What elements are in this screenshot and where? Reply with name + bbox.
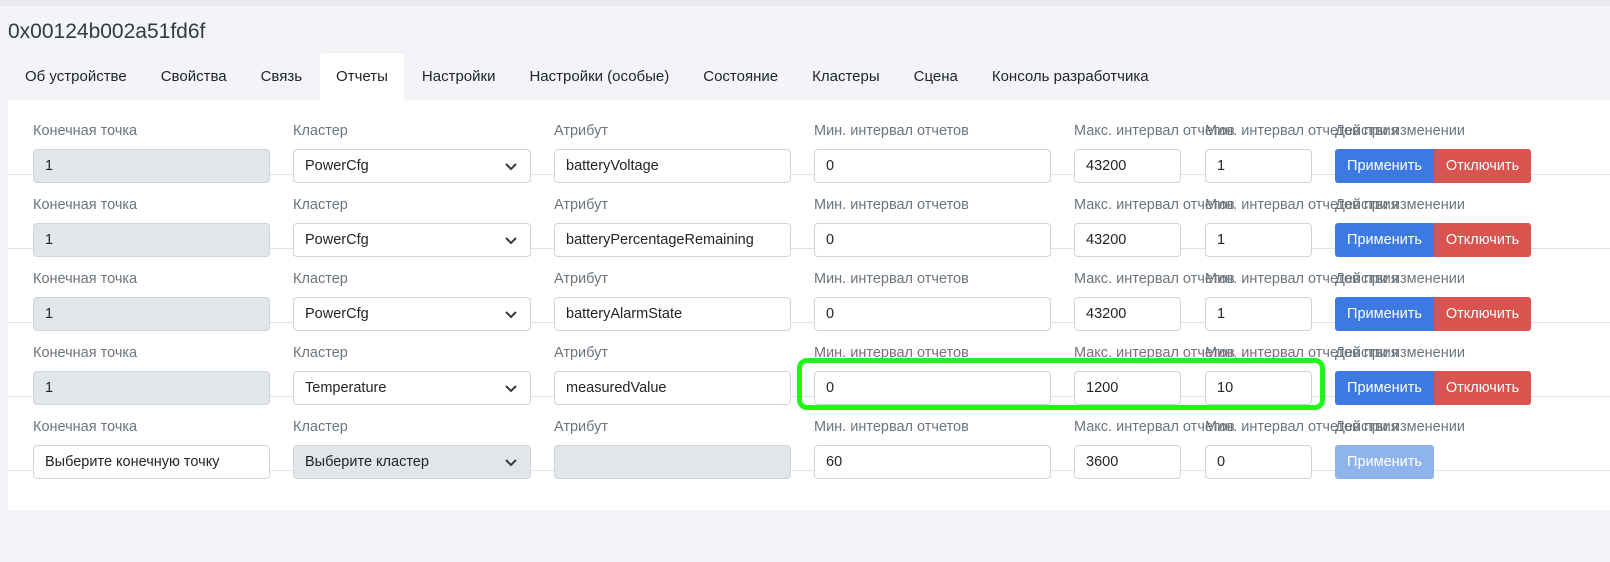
cluster-select-value: PowerCfg <box>305 158 369 174</box>
min-change-input[interactable]: 0 <box>1205 445 1312 479</box>
endpoint-select[interactable]: Выберите конечную точку <box>33 445 270 479</box>
tab-clusters[interactable]: Кластеры <box>795 52 897 100</box>
new-report-row: Конечная точка Кластер Атрибут Мин. инте… <box>8 396 1610 479</box>
tab-scene[interactable]: Сцена <box>897 52 975 100</box>
attribute-label: Атрибут <box>554 197 609 213</box>
chevron-down-icon <box>505 459 517 467</box>
actions-label: Действия <box>1335 419 1399 435</box>
tab-bar: Об устройстве Свойства Связь Отчеты Наст… <box>8 52 1166 100</box>
attribute-label: Атрибут <box>554 123 609 139</box>
attribute-field <box>554 445 791 479</box>
tab-settings-special[interactable]: Настройки (особые) <box>512 52 686 100</box>
endpoint-label: Конечная точка <box>33 419 138 435</box>
cluster-select-value: PowerCfg <box>305 232 369 248</box>
tab-bind[interactable]: Связь <box>244 52 319 100</box>
reports-panel: Конечная точка Кластер Атрибут Мин. инте… <box>8 100 1610 510</box>
min-interval-label: Мин. интервал отчетов <box>814 419 969 435</box>
apply-button[interactable]: Применить <box>1335 445 1434 479</box>
actions-label: Действия <box>1335 271 1399 287</box>
tab-reports[interactable]: Отчеты <box>319 52 405 100</box>
cluster-select-value: Temperature <box>305 380 387 396</box>
report-row: Конечная точка Кластер Атрибут Мин. инте… <box>8 100 1610 183</box>
min-interval-input[interactable]: 60 <box>814 445 1051 479</box>
min-interval-label: Мин. интервал отчетов <box>814 345 969 361</box>
cluster-label: Кластер <box>293 123 348 139</box>
chevron-down-icon <box>505 311 517 319</box>
actions-label: Действия <box>1335 197 1399 213</box>
attribute-label: Атрибут <box>554 271 609 287</box>
tab-state[interactable]: Состояние <box>686 52 795 100</box>
endpoint-label: Конечная точка <box>33 271 138 287</box>
tab-dev-console[interactable]: Консоль разработчика <box>975 52 1166 100</box>
chevron-down-icon <box>505 237 517 245</box>
tab-about[interactable]: Об устройстве <box>8 52 144 100</box>
endpoint-label: Конечная точка <box>33 123 138 139</box>
tab-properties[interactable]: Свойства <box>144 52 244 100</box>
endpoint-label: Конечная точка <box>33 345 138 361</box>
cluster-select: Выберите кластер <box>293 445 531 479</box>
device-title: 0x00124b002a51fd6f <box>8 20 206 43</box>
top-band <box>0 0 1610 6</box>
report-row: Конечная точка Кластер Атрибут Мин. инте… <box>8 248 1610 331</box>
report-row: Конечная точка Кластер Атрибут Мин. инте… <box>8 322 1610 405</box>
cluster-label: Кластер <box>293 197 348 213</box>
chevron-down-icon <box>505 163 517 171</box>
cluster-select-value: PowerCfg <box>305 306 369 322</box>
attribute-label: Атрибут <box>554 419 609 435</box>
endpoint-label: Конечная точка <box>33 197 138 213</box>
attribute-label: Атрибут <box>554 345 609 361</box>
cluster-select-value: Выберите кластер <box>305 454 429 470</box>
tab-settings[interactable]: Настройки <box>405 52 513 100</box>
cluster-label: Кластер <box>293 271 348 287</box>
max-interval-input[interactable]: 3600 <box>1074 445 1181 479</box>
min-interval-label: Мин. интервал отчетов <box>814 271 969 287</box>
cluster-label: Кластер <box>293 345 348 361</box>
min-interval-label: Мин. интервал отчетов <box>814 123 969 139</box>
min-interval-label: Мин. интервал отчетов <box>814 197 969 213</box>
cluster-label: Кластер <box>293 419 348 435</box>
actions-label: Действия <box>1335 345 1399 361</box>
report-row: Конечная точка Кластер Атрибут Мин. инте… <box>8 174 1610 257</box>
chevron-down-icon <box>505 385 517 393</box>
actions-label: Действия <box>1335 123 1399 139</box>
